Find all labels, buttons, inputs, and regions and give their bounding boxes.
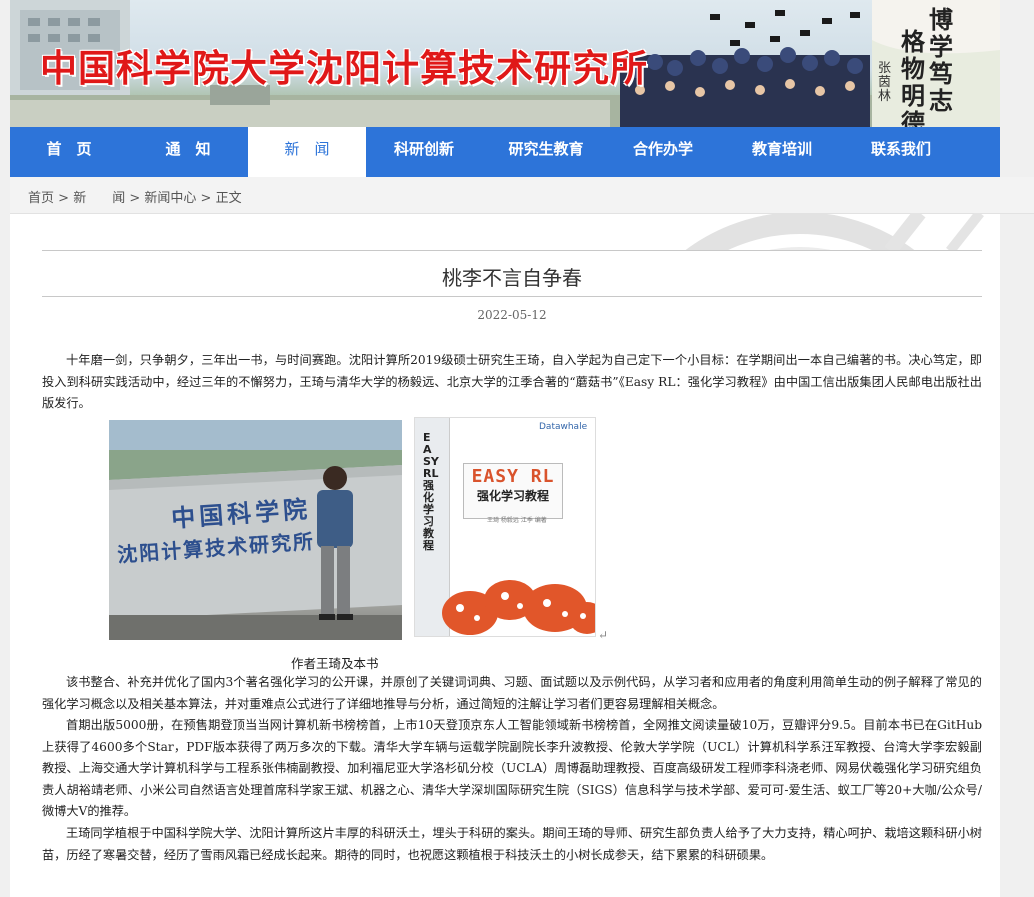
nav-item-news[interactable]: 新 闻 — [248, 127, 366, 177]
nav-item-research[interactable]: 科研创新 — [366, 127, 482, 177]
breadcrumb-news-center[interactable]: 新闻中心 — [144, 191, 196, 206]
nav-item-cooperation[interactable]: 合作办学 — [610, 127, 716, 177]
calligraphy-motto: 博学笃志 格物明德 — [900, 5, 960, 127]
breadcrumb-separator: > — [196, 191, 216, 206]
article-paragraph-3: 首期出版5000册，在预售期登顶当当网计算机新书榜榜首，上市10天登顶京东人工智… — [42, 718, 982, 818]
title-divider-top — [42, 250, 982, 251]
article-date: 2022-05-12 — [477, 308, 547, 322]
photo-caption: 作者王琦及本书 — [291, 656, 379, 671]
breadcrumb-separator: > — [54, 191, 74, 206]
breadcrumb-bar: 首页 > 新 闻 > 新闻中心 > 正文 — [10, 177, 1034, 214]
article-title: 桃李不言自争春 — [442, 266, 582, 290]
nav-item-notices[interactable]: 通 知 — [128, 127, 248, 177]
article-paragraph-1: 十年磨一剑，只争朝夕，三年出一书，与时间赛跑。沈阳计算所2019级硕士研究生王琦… — [42, 353, 982, 410]
breadcrumb-separator: > — [125, 191, 145, 206]
breadcrumb-home[interactable]: 首页 — [28, 191, 54, 206]
article-paragraph-4: 王琦同学植根于中国科学院大学、沈阳计算所这片丰厚的科研沃土，埋头于科研的案头。期… — [42, 826, 982, 862]
header-watermark — [684, 213, 984, 251]
author-photo: 中国科学院 沈阳计算技术研究所 — [109, 420, 402, 640]
header-banner: 中国科学院大学沈阳计算技术研究所 博学笃志 格物明德 张茵林 — [10, 0, 1000, 127]
breadcrumb: 首页 > 新 闻 > 新闻中心 > 正文 — [28, 187, 242, 206]
breadcrumb-news[interactable]: 新 闻 — [73, 191, 125, 206]
nav-item-training[interactable]: 教育培训 — [716, 127, 848, 177]
nav-item-home[interactable]: 首 页 — [10, 127, 128, 177]
nav-item-contact[interactable]: 联系我们 — [848, 127, 954, 177]
mushroom-illustration — [442, 580, 595, 635]
main-nav: 首 页 通 知 新 闻 科研创新 研究生教育 合作办学 教育培训 联系我们 — [10, 127, 1000, 177]
return-mark: ↵ — [598, 628, 609, 642]
motto-column-1: 博学笃志 — [929, 5, 953, 115]
title-divider-bottom — [42, 296, 982, 297]
motto-signature: 张茵林 — [878, 61, 892, 104]
nav-item-graduate-education[interactable]: 研究生教育 — [482, 127, 610, 177]
article-paragraph-2: 该书整合、补充并优化了国内3个著名强化学习的公开课，并原创了关键词词典、习题、面… — [42, 675, 982, 711]
institute-title: 中国科学院大学沈阳计算技术研究所 — [40, 46, 648, 90]
breadcrumb-current: 正文 — [215, 191, 242, 206]
motto-column-2: 格物明德 — [901, 27, 925, 127]
book-cover: EASY RL 强化学习教程 Datawhale EASY RL 强化学习教程 … — [414, 417, 596, 637]
